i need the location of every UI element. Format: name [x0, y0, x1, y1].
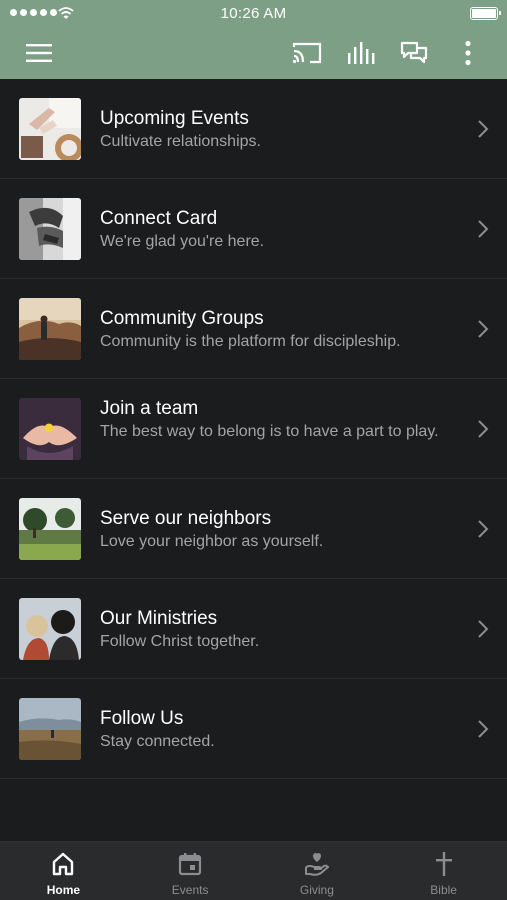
- bottom-tab-bar: Home Events Giving Bible: [0, 841, 507, 900]
- more-vert-icon[interactable]: [452, 38, 484, 68]
- item-title: Follow Us: [100, 708, 184, 729]
- menu-list: Upcoming Events Cultivate relationships.…: [0, 79, 507, 779]
- serve-our-neighbors-thumbnail: [19, 498, 81, 560]
- list-item-connect-card[interactable]: Connect Card We're glad you're here.: [0, 179, 507, 279]
- item-title: Join a team: [100, 398, 199, 419]
- item-title: Our Ministries: [100, 608, 218, 629]
- tab-label: Events: [171, 883, 209, 897]
- list-item-serve-our-neighbors[interactable]: Serve our neighbors Love your neighbor a…: [0, 479, 507, 579]
- tab-label: Home: [46, 883, 81, 897]
- connect-card-thumbnail: [19, 198, 81, 260]
- item-subtitle: Community is the platform for disciplesh…: [100, 333, 401, 350]
- tab-events[interactable]: Events: [127, 842, 254, 900]
- tab-bible[interactable]: Bible: [380, 842, 507, 900]
- giving-hand-icon: [304, 853, 329, 876]
- list-item-join-a-team[interactable]: Join a team The best way to belong is to…: [0, 379, 507, 479]
- tab-home[interactable]: Home: [0, 842, 127, 900]
- menu-icon[interactable]: [23, 38, 55, 68]
- battery-icon: [470, 7, 501, 20]
- item-subtitle: Stay connected.: [100, 733, 215, 750]
- status-time: 10:26 AM: [220, 5, 287, 22]
- chevron-right-icon: [478, 320, 489, 338]
- audio-bars-icon[interactable]: [345, 38, 377, 68]
- chat-icon[interactable]: [398, 38, 430, 68]
- chevron-right-icon: [478, 220, 489, 238]
- cross-icon: [435, 852, 452, 876]
- item-title: Upcoming Events: [100, 108, 249, 129]
- item-subtitle: We're glad you're here.: [100, 233, 265, 250]
- list-item-community-groups[interactable]: Community Groups Community is the platfo…: [0, 279, 507, 379]
- tab-label: Bible: [430, 883, 457, 897]
- list-item-our-ministries[interactable]: Our Ministries Follow Christ together.: [0, 579, 507, 679]
- chevron-right-icon: [478, 620, 489, 638]
- item-subtitle: Follow Christ together.: [100, 633, 260, 650]
- list-item-upcoming-events[interactable]: Upcoming Events Cultivate relationships.: [0, 79, 507, 179]
- join-a-team-thumbnail: [19, 398, 81, 460]
- community-groups-thumbnail: [19, 298, 81, 360]
- chevron-right-icon: [478, 520, 489, 538]
- list-item-follow-us[interactable]: Follow Us Stay connected.: [0, 679, 507, 779]
- status-bar: 10:26 AM: [0, 0, 507, 28]
- calendar-icon: [179, 853, 202, 876]
- item-title: Serve our neighbors: [100, 508, 272, 529]
- item-subtitle: Love your neighbor as yourself.: [100, 533, 324, 550]
- chevron-right-icon: [478, 720, 489, 738]
- item-title: Connect Card: [100, 208, 218, 229]
- item-subtitle: The best way to belong is to have a part…: [100, 423, 439, 440]
- tab-label: Giving: [299, 883, 334, 897]
- home-icon: [53, 852, 74, 876]
- follow-us-thumbnail: [19, 698, 81, 760]
- our-ministries-thumbnail: [19, 598, 81, 660]
- item-subtitle: Cultivate relationships.: [100, 133, 261, 150]
- upcoming-events-thumbnail: [19, 98, 81, 160]
- chevron-right-icon: [478, 420, 489, 438]
- cast-icon[interactable]: [291, 38, 323, 68]
- chevron-right-icon: [478, 120, 489, 138]
- item-title: Community Groups: [100, 308, 264, 329]
- app-bar: [0, 28, 507, 79]
- tab-giving[interactable]: Giving: [254, 842, 381, 900]
